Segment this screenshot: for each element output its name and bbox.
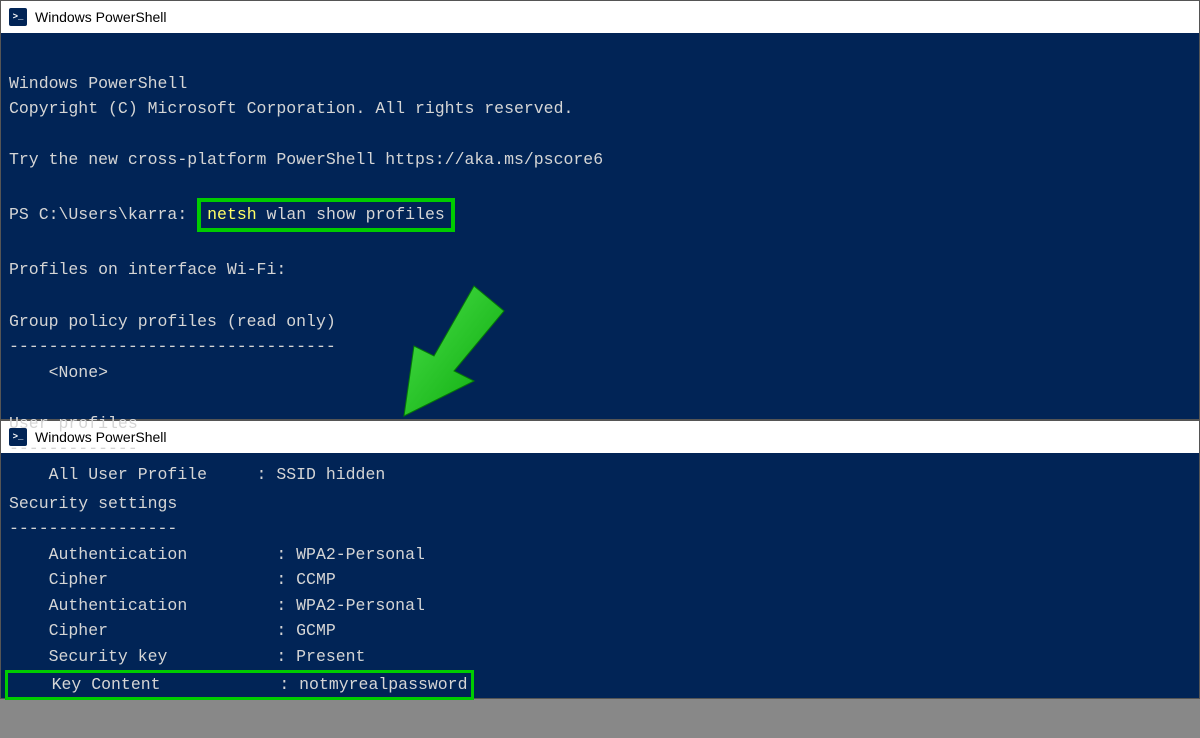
auth-line: Authentication : WPA2-Personal	[9, 542, 1191, 568]
none-text: <None>	[9, 360, 1191, 386]
section-header: Security settings	[9, 491, 1191, 517]
user-profiles-header: User profiles	[9, 411, 1191, 437]
group-policy-header: Group policy profiles (read only)	[9, 309, 1191, 335]
section-header: Profiles on interface Wi-Fi:	[9, 257, 1191, 283]
keycontent-highlight: Key Content : notmyrealpassword	[5, 670, 474, 701]
cmd-rest: wlan show profiles	[257, 205, 445, 224]
divider: -----------------	[9, 516, 1191, 542]
title-bar[interactable]: >_ Windows PowerShell	[1, 1, 1199, 33]
auth-line: Authentication : WPA2-Personal	[9, 593, 1191, 619]
banner-line: Windows PowerShell	[9, 71, 1191, 97]
prompt-text: PS C:\Users\karra:	[9, 205, 187, 224]
powershell-window-top: >_ Windows PowerShell Windows PowerShell…	[0, 0, 1200, 420]
divider: ---------------------------------	[9, 334, 1191, 360]
pscore-line: Try the new cross-platform PowerShell ht…	[9, 147, 1191, 173]
cipher-line: Cipher : CCMP	[9, 567, 1191, 593]
cipher-line: Cipher : GCMP	[9, 618, 1191, 644]
command-highlight: netsh wlan show profiles	[197, 198, 455, 231]
keycontent-line: Key Content : notmyrealpassword	[12, 675, 467, 694]
cmd-netsh: netsh	[207, 205, 257, 224]
seckey-line: Security key : Present	[9, 644, 1191, 670]
powershell-icon: >_	[9, 8, 27, 26]
powershell-window-bottom: >_ Windows PowerShell Security settings-…	[0, 420, 1200, 699]
copyright-line: Copyright (C) Microsoft Corporation. All…	[9, 96, 1191, 122]
window-title: Windows PowerShell	[35, 9, 167, 25]
terminal-content[interactable]: Security settings----------------- Authe…	[1, 453, 1199, 738]
